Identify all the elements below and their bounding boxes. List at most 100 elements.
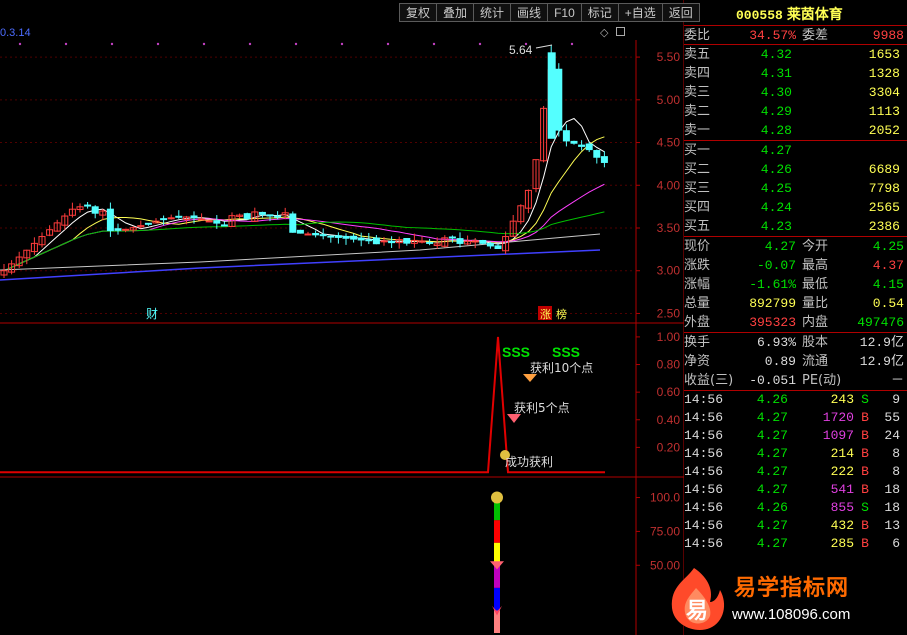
- tick-row: 14:56 4.27 1097 B 24: [684, 427, 907, 445]
- tick-time: 14:56: [684, 536, 724, 551]
- asks-label: 卖四: [684, 66, 711, 81]
- tick-volume: 222: [830, 464, 854, 479]
- stat-row: 涨幅 -1.61% 最低 4.15: [684, 275, 907, 294]
- stat-label: 内盘: [802, 315, 829, 330]
- asks-label: 卖二: [684, 104, 711, 119]
- restore-rights-button[interactable]: 复权: [399, 3, 438, 22]
- marker-dot: [432, 42, 436, 46]
- tick-list: 14:56 4.26 243 S 9 14:56 4.27 1720 B 55 14:56 4.27 1…: [684, 391, 907, 553]
- moving-average-line: [0, 249, 601, 281]
- candle-body: [319, 234, 327, 237]
- chart-area[interactable]: 5.50 5.00 4.50 4.00 3.50 3.00 2.50 0.3.14 5.64 财 涨…: [0, 0, 684, 635]
- tick-count: 55: [884, 410, 900, 425]
- marker-dot: [110, 42, 114, 46]
- candle-body: [213, 220, 221, 224]
- share-value: 6.93%: [756, 335, 796, 350]
- asks-price: 4.32: [760, 47, 792, 62]
- tick-time: 14:56: [684, 518, 724, 533]
- candle-body: [220, 224, 228, 227]
- share-label: 换手: [684, 335, 711, 350]
- candle-body: [486, 242, 494, 247]
- moving-average-line: [3, 136, 605, 272]
- chart-tag: 0.3.14: [0, 27, 31, 39]
- candle-body: [160, 218, 168, 221]
- moving-average-line: [3, 117, 605, 272]
- profit-10-label: 获利10个点: [530, 361, 593, 375]
- y-tick-label: 75.00: [650, 524, 680, 538]
- share-value: 0.89: [764, 354, 796, 369]
- tick-count: 18: [884, 500, 900, 515]
- add-watchlist-button[interactable]: +自选: [617, 3, 663, 22]
- candle-body: [106, 208, 114, 232]
- tick-time: 14:56: [684, 464, 724, 479]
- bids-price: 4.26: [760, 162, 792, 177]
- candle-body: [91, 206, 99, 214]
- share-label: 收益(三): [684, 373, 734, 388]
- stat-label: 今开: [802, 239, 829, 254]
- asks-row: 卖五 4.32 1653: [684, 45, 907, 64]
- tick-count: 13: [884, 518, 900, 533]
- asks-row: 卖四 4.31 1328: [684, 64, 907, 83]
- tick-row: 14:56 4.26 855 S 18: [684, 499, 907, 517]
- candle-body: [266, 214, 274, 217]
- candle-body: [426, 241, 434, 244]
- tick-price: 4.26: [756, 392, 788, 407]
- tick-volume: 1720: [822, 410, 854, 425]
- candle-body: [388, 240, 396, 244]
- share-label: 流通: [802, 354, 829, 369]
- share-row: 换手 6.93% 股本 12.9亿: [684, 333, 907, 352]
- tick-volume: 243: [830, 392, 854, 407]
- candle-body: [167, 217, 175, 220]
- candle-body: [198, 218, 206, 221]
- tick-row: 14:56 4.27 1720 B 55: [684, 409, 907, 427]
- stock-code: 000558: [736, 8, 783, 23]
- candle-body: [578, 144, 586, 147]
- candle-body: [570, 140, 578, 144]
- price-stats: 现价 4.27 今开 4.25 涨跌 -0.07 最高 4.37 涨幅 -1.61% 最低 4.15 总…: [684, 237, 907, 333]
- y-tick-label: 3.00: [657, 264, 681, 278]
- statistics-button[interactable]: 统计: [473, 3, 512, 22]
- weibi-row: 委比 34.57% 委差 9988: [684, 26, 907, 45]
- candle-body: [334, 235, 342, 238]
- tick-price: 4.27: [756, 410, 788, 425]
- tick-side: B: [861, 410, 869, 425]
- square-icon[interactable]: [616, 27, 626, 36]
- candle-body: [289, 213, 297, 233]
- money-bag-icon: [491, 491, 503, 504]
- candle-body: [243, 213, 251, 220]
- candle-body: [357, 237, 365, 241]
- y-tick-label: 0.80: [657, 358, 681, 372]
- asks-volume: 2052: [868, 123, 900, 138]
- f10-button[interactable]: F10: [547, 3, 582, 22]
- stat-value: 0.54: [872, 296, 904, 311]
- tick-side: B: [861, 536, 869, 551]
- asks-label: 卖五: [684, 47, 711, 62]
- asks-label: 卖一: [684, 123, 711, 138]
- quote-panel: 000558 莱茵体育 委比 34.57% 委差 9988 卖五 4.32 1653 卖…: [684, 4, 907, 635]
- y-tick-label: 4.00: [657, 178, 681, 192]
- overlay-button[interactable]: 叠加: [436, 3, 475, 22]
- asks-price: 4.28: [760, 123, 792, 138]
- candle-body: [122, 228, 130, 231]
- candle-body: [304, 233, 312, 236]
- asks-label: 卖三: [684, 85, 711, 100]
- peak-pointer: [535, 44, 553, 49]
- diamond-icon[interactable]: ◇: [600, 27, 608, 39]
- marker-dot: [570, 42, 574, 46]
- tick-volume: 855: [830, 500, 854, 515]
- tick-count: 8: [892, 464, 900, 479]
- y-tick-label: 100.0: [650, 491, 680, 505]
- tick-time: 14:56: [684, 482, 724, 497]
- tick-side: S: [861, 500, 869, 515]
- marker-dot: [248, 42, 252, 46]
- mark-button[interactable]: 标记: [580, 3, 619, 22]
- y-tick-label: 50.00: [650, 558, 680, 572]
- share-value: －: [890, 373, 904, 388]
- success-profit-label: 成功获利: [505, 455, 553, 469]
- candle-body: [175, 215, 183, 218]
- draw-line-button[interactable]: 画线: [510, 3, 549, 22]
- stat-label: 现价: [684, 239, 711, 254]
- share-stats: 换手 6.93% 股本 12.9亿 净资 0.89 流通 12.9亿 收益(三) -0.051 PE…: [684, 333, 907, 391]
- asks-price: 4.30: [760, 85, 792, 100]
- y-tick-label: 0.60: [657, 385, 681, 399]
